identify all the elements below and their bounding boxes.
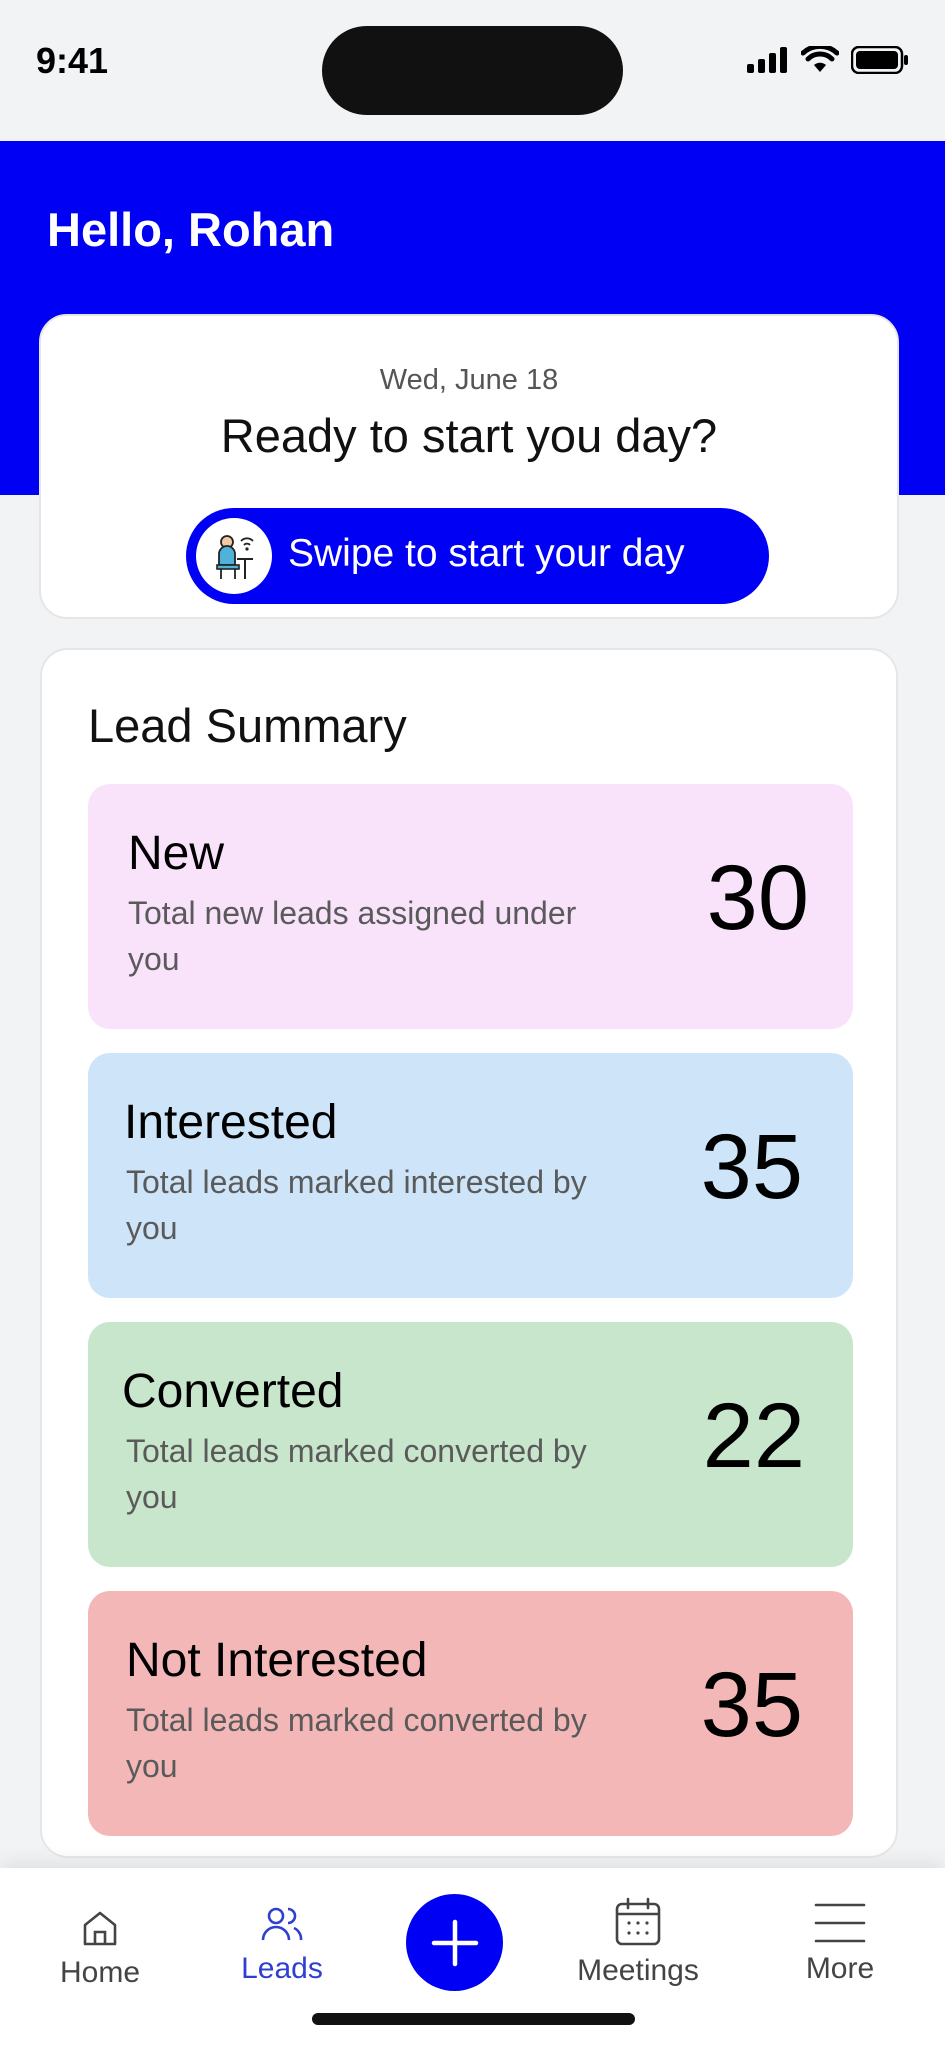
battery-icon	[851, 46, 908, 74]
status-bar: 9:41	[0, 0, 945, 141]
tab-more[interactable]: More	[780, 1868, 900, 2018]
status-icons	[747, 46, 909, 74]
tab-label: Leads	[241, 1952, 323, 1985]
swipe-handle[interactable]	[196, 518, 272, 594]
dynamic-island	[322, 26, 623, 115]
lead-tile-interested[interactable]: Interested Total leads marked interested…	[88, 1053, 853, 1298]
signal-icon	[747, 47, 787, 73]
tab-leads[interactable]: Leads	[222, 1868, 342, 2018]
users-icon	[261, 1907, 303, 1941]
person-at-desk-icon	[216, 535, 254, 579]
tab-meetings[interactable]: Meetings	[562, 1868, 714, 2018]
lead-tile-description: Total leads marked interested by you	[126, 1164, 587, 1246]
lead-tile-count: 22	[702, 1385, 805, 1487]
plus-icon	[431, 1919, 478, 1966]
add-button[interactable]	[406, 1894, 503, 1991]
lead-tile-count: 35	[700, 1116, 803, 1218]
lead-tile-new[interactable]: New Total new leads assigned under you 3…	[88, 784, 853, 1029]
wifi-icon	[801, 46, 839, 72]
tab-label: Home	[59, 1956, 141, 1989]
lead-tile-description: Total leads marked converted by you	[126, 1702, 587, 1784]
calendar-icon	[615, 1897, 661, 1946]
lead-tile-name: Not Interested	[126, 1634, 428, 1687]
menu-icon	[814, 1903, 866, 1943]
home-icon	[83, 1911, 117, 1946]
status-time: 9:41	[36, 40, 109, 81]
lead-summary-card: Lead Summary New Total new leads assigne…	[40, 648, 898, 1858]
tab-label: Meetings	[577, 1954, 699, 1987]
lead-tile-count: 35	[700, 1654, 803, 1756]
swipe-to-start-button[interactable]: Swipe to start your day	[186, 508, 769, 604]
lead-tile-name: New	[128, 827, 225, 880]
lead-tile-description: Total new leads assigned under you	[128, 895, 577, 977]
lead-tile-count: 30	[706, 847, 809, 949]
lead-tile-name: Interested	[124, 1096, 338, 1149]
lead-tile-converted[interactable]: Converted Total leads marked converted b…	[88, 1322, 853, 1567]
tab-home[interactable]: Home	[40, 1868, 160, 2018]
lead-summary-title: Lead Summary	[88, 699, 407, 752]
start-day-prompt: Ready to start you day?	[220, 409, 718, 462]
lead-tile-description: Total leads marked converted by you	[126, 1433, 587, 1515]
lead-tile-not-interested[interactable]: Not Interested Total leads marked conver…	[88, 1591, 853, 1836]
current-date: Wed, June 18	[379, 364, 559, 396]
start-day-card: Wed, June 18 Ready to start you day? Swi…	[39, 314, 899, 619]
home-indicator	[312, 2013, 635, 2025]
lead-tile-name: Converted	[122, 1365, 344, 1418]
swipe-label: Swipe to start your day	[288, 532, 685, 575]
tab-label: More	[805, 1952, 875, 1985]
greeting-title: Hello, Rohan	[47, 203, 335, 256]
